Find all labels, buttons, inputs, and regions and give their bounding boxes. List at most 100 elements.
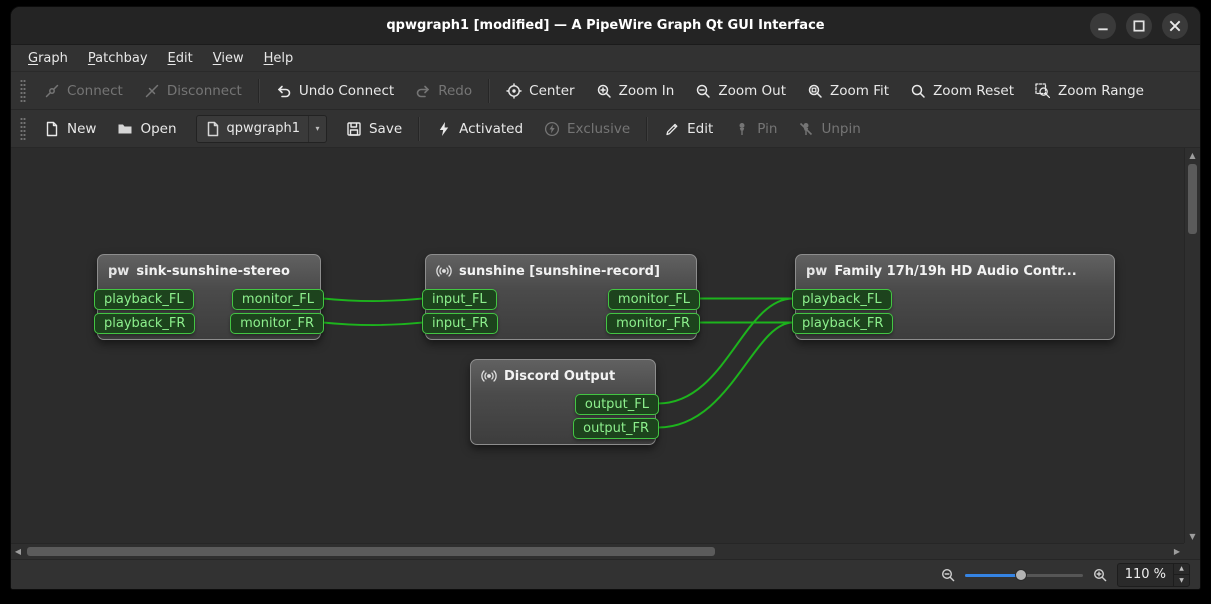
node-sunshine-record[interactable]: sunshine [sunshine-record] input_FL inpu… (425, 254, 697, 340)
titlebar[interactable]: qpwgraph1 [modified] — A PipeWire Graph … (11, 7, 1200, 45)
graph-canvas-area: pw sink-sunshine-stereo playback_FL play… (11, 148, 1200, 559)
undo-icon (276, 83, 292, 99)
profile-name: qpwgraph1 (227, 121, 300, 136)
link-sink-monitor-fr-to-sunshine-input-fr[interactable] (323, 323, 423, 326)
activated-button[interactable]: Activated (426, 114, 533, 144)
exclusive-button[interactable]: Exclusive (534, 114, 640, 144)
redo-icon (415, 83, 431, 99)
unpin-icon (798, 121, 814, 137)
node-sink-sunshine-stereo[interactable]: pw sink-sunshine-stereo playback_FL play… (97, 254, 321, 340)
connect-button[interactable]: Connect (34, 76, 133, 106)
save-icon (346, 121, 362, 137)
scroll-down-icon[interactable]: ▼ (1185, 529, 1200, 543)
open-button[interactable]: Open (107, 114, 186, 144)
zoom-reset-button[interactable]: Zoom Reset (900, 76, 1024, 106)
toolbar-separator (646, 117, 648, 141)
node-title: Discord Output (504, 369, 615, 384)
menu-help[interactable]: Help (255, 48, 303, 69)
port-monitor-fl[interactable]: monitor_FL (608, 289, 700, 310)
minimize-button[interactable] (1090, 13, 1116, 39)
zoom-level-spinbox[interactable]: 110 % ▲ ▼ (1117, 563, 1190, 587)
pipewire-icon: pw (108, 264, 129, 279)
scroll-right-icon[interactable]: ▶ (1170, 544, 1184, 559)
menu-edit[interactable]: Edit (159, 48, 202, 69)
horizontal-scrollbar-thumb[interactable] (27, 547, 715, 556)
pin-button[interactable]: Pin (724, 114, 787, 144)
node-title: sink-sunshine-stereo (136, 264, 290, 279)
toolbar-drag-handle[interactable] (20, 79, 26, 103)
zoom-slider[interactable] (965, 567, 1083, 583)
toolbar-graph: Connect Disconnect Undo Connect (11, 72, 1200, 110)
activated-bolt-icon (436, 121, 452, 137)
vertical-scrollbar-thumb[interactable] (1188, 164, 1197, 234)
link-sink-monitor-fl-to-sunshine-input-fl[interactable] (323, 299, 423, 302)
port-output-fl[interactable]: output_FL (575, 394, 659, 415)
menu-view[interactable]: View (204, 48, 253, 69)
horizontal-scrollbar[interactable]: ◀ ▶ (11, 543, 1184, 559)
toolbar-separator (418, 117, 420, 141)
zoom-in-icon (596, 83, 612, 99)
profile-file-icon (205, 121, 221, 137)
port-playback-fr[interactable]: playback_FR (94, 313, 195, 334)
center-button[interactable]: Center (496, 76, 584, 106)
menubar: Graph Patchbay Edit View Help (11, 45, 1200, 72)
port-output-fr[interactable]: output_FR (573, 418, 659, 439)
speaker-icon (481, 368, 497, 384)
disconnect-icon (144, 83, 160, 99)
spin-down-button[interactable]: ▼ (1174, 575, 1189, 586)
connect-icon (44, 83, 60, 99)
zoom-in-icon[interactable] (1092, 567, 1108, 583)
scroll-up-icon[interactable]: ▲ (1185, 148, 1200, 162)
statusbar: 110 % ▲ ▼ (11, 559, 1200, 589)
close-button[interactable] (1162, 13, 1188, 39)
patchbay-profile-combo[interactable]: qpwgraph1 ▾ (196, 115, 327, 143)
port-monitor-fr[interactable]: monitor_FR (230, 313, 324, 334)
save-button[interactable]: Save (336, 114, 412, 144)
zoom-out-icon (695, 83, 711, 99)
node-title: sunshine [sunshine-record] (459, 264, 660, 279)
zoom-in-button[interactable]: Zoom In (586, 76, 685, 106)
spin-up-button[interactable]: ▲ (1174, 564, 1189, 576)
edit-button[interactable]: Edit (654, 114, 723, 144)
pipewire-icon: pw (806, 264, 827, 279)
zoom-out-icon[interactable] (940, 567, 956, 583)
new-button[interactable]: New (34, 114, 106, 144)
zoom-reset-icon (910, 83, 926, 99)
scroll-left-icon[interactable]: ◀ (11, 544, 25, 559)
node-title: Family 17h/19h HD Audio Contr... (834, 264, 1076, 279)
disconnect-button[interactable]: Disconnect (134, 76, 252, 106)
window-title: qpwgraph1 [modified] — A PipeWire Graph … (386, 18, 824, 33)
app-window: qpwgraph1 [modified] — A PipeWire Graph … (10, 6, 1201, 590)
zoom-level-value[interactable]: 110 % (1118, 564, 1173, 586)
zoom-out-button[interactable]: Zoom Out (685, 76, 796, 106)
zoom-slider-handle[interactable] (1015, 569, 1027, 581)
pin-icon (734, 121, 750, 137)
connections-layer (11, 148, 1184, 543)
redo-button[interactable]: Redo (405, 76, 482, 106)
open-folder-icon (117, 121, 133, 137)
port-playback-fr[interactable]: playback_FR (792, 313, 893, 334)
port-input-fl[interactable]: input_FL (422, 289, 497, 310)
port-playback-fl[interactable]: playback_FL (94, 289, 194, 310)
port-input-fr[interactable]: input_FR (422, 313, 498, 334)
zoom-range-icon (1035, 83, 1051, 99)
new-file-icon (44, 121, 60, 137)
menu-graph[interactable]: Graph (19, 48, 77, 69)
combo-dropdown-arrow-icon[interactable]: ▾ (308, 116, 326, 142)
undo-connect-button[interactable]: Undo Connect (266, 76, 404, 106)
node-discord-output[interactable]: Discord Output output_FL output_FR (470, 359, 656, 445)
graph-canvas[interactable]: pw sink-sunshine-stereo playback_FL play… (11, 148, 1184, 543)
unpin-button[interactable]: Unpin (788, 114, 870, 144)
menu-patchbay[interactable]: Patchbay (79, 48, 157, 69)
port-monitor-fl[interactable]: monitor_FL (232, 289, 324, 310)
port-playback-fl[interactable]: playback_FL (792, 289, 892, 310)
vertical-scrollbar[interactable]: ▲ ▼ (1184, 148, 1200, 543)
speaker-icon (436, 263, 452, 279)
toolbar-drag-handle[interactable] (20, 117, 26, 141)
zoom-range-button[interactable]: Zoom Range (1025, 76, 1154, 106)
exclusive-bolt-icon (544, 121, 560, 137)
maximize-button[interactable] (1126, 13, 1152, 39)
zoom-fit-button[interactable]: Zoom Fit (797, 76, 899, 106)
node-family-hd-audio-controller[interactable]: pw Family 17h/19h HD Audio Contr... play… (795, 254, 1115, 340)
port-monitor-fr[interactable]: monitor_FR (606, 313, 700, 334)
